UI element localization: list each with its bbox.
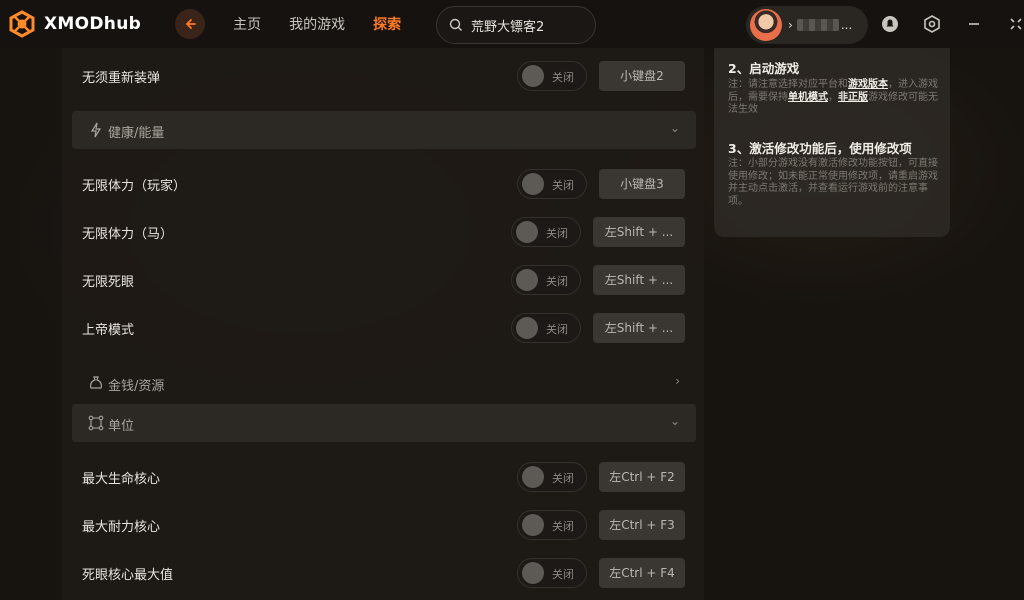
close-icon[interactable] [1006,14,1024,34]
hotkey-button[interactable]: 小键盘2 [599,61,685,91]
toggle-state: 关闭 [546,323,568,336]
toggle-state: 关闭 [552,472,574,485]
arrow-left-icon [185,19,196,29]
search-input[interactable] [471,17,586,33]
cheat-row: 无限体力（玩家） 关闭 小键盘3 [72,162,694,206]
cheat-label: 无限体力（马） [82,227,174,242]
cheat-toggle[interactable]: 关闭 [517,462,587,492]
toggle-knob [522,173,544,195]
cheat-row: 无须重新装弹 关闭 小键盘2 [72,54,694,98]
cheat-row: 上帝模式 关闭 左Shift + ... [72,306,694,350]
toggle-state: 关闭 [552,71,574,84]
cheat-row: 无限体力（马） 关闭 左Shift + ... [72,210,694,254]
section-label: 单位 [108,419,135,434]
cheat-toggle[interactable]: 关闭 [511,313,581,343]
toggle-state: 关闭 [552,179,574,192]
lightning-icon [90,122,102,138]
user-menu[interactable]: › ... [746,6,868,44]
user-name-suffix: ... [840,18,853,32]
nodes-icon [88,415,104,431]
cheat-row: 最大耐力核心 关闭 左Ctrl + F3 [72,503,694,547]
toggle-knob [522,466,544,488]
cheat-toggle[interactable]: 关闭 [517,61,587,91]
section-label: 健康/能量 [108,126,165,141]
step-3-title: 3、激活修改功能后，使用修改项 [728,141,912,156]
cheat-label: 上帝模式 [82,323,135,338]
hotkey-button[interactable]: 左Ctrl + F4 [599,558,685,588]
chevron-down-icon: ⌄ [669,414,680,428]
toggle-state: 关闭 [552,568,574,581]
toggle-knob [522,562,544,584]
nav-home[interactable]: 主页 [233,14,261,34]
toggle-knob [522,514,544,536]
section-unit[interactable]: 单位 ⌄ [72,404,696,442]
nav-explore[interactable]: 探索 [373,14,401,34]
non-genuine-link[interactable]: 非正版 [838,92,868,103]
hotkey-button[interactable]: 左Ctrl + F3 [599,510,685,540]
toggle-state: 关闭 [546,275,568,288]
chevron-right-icon: › [675,374,680,388]
step-2-title: 2、启动游戏 [728,61,800,76]
section-label: 金钱/资源 [108,379,165,394]
settings-icon[interactable] [922,14,942,34]
cheat-toggle[interactable]: 关闭 [517,510,587,540]
hotkey-button[interactable]: 左Ctrl + F2 [599,462,685,492]
back-button[interactable] [175,9,206,39]
user-name-redacted [796,19,839,31]
chevron-down-icon: ⌄ [669,121,680,135]
hotkey-button[interactable]: 左Shift + ... [593,217,685,247]
cheat-toggle[interactable]: 关闭 [517,169,587,199]
toggle-knob [516,317,538,339]
step-3-note: 注：小部分游戏没有激活修改功能按钮，可直接使用修改；如未能正常使用修改项，请重启… [728,158,938,207]
cheat-row: 无限死眼 关闭 左Shift + ... [72,258,694,302]
top-bar: XMODhub 主页 我的游戏 探索 › ... [0,0,1024,48]
hotkey-button[interactable]: 左Shift + ... [593,313,685,343]
section-health[interactable]: 健康/能量 ⌄ [72,111,696,149]
single-player-link[interactable]: 单机模式 [788,92,828,103]
app-name: XMODhub [44,14,142,34]
main-nav: 主页 我的游戏 探索 [233,14,401,34]
app-logo[interactable]: XMODhub [8,10,141,38]
cheat-label: 最大生命核心 [82,472,161,487]
cheat-label: 无限死眼 [82,275,135,290]
cheat-toggle[interactable]: 关闭 [511,217,581,247]
cheat-label: 死眼核心最大值 [82,568,174,583]
search-icon [449,18,462,31]
cheat-label: 最大耐力核心 [82,520,161,535]
minimize-icon[interactable] [964,14,984,34]
money-bag-icon [90,376,102,389]
step-2-note: 注：请注意选择对应平台和游戏版本，进入游戏后，需要保持单机模式，非正版游戏修改可… [728,79,938,115]
nav-my-games[interactable]: 我的游戏 [289,14,345,34]
user-chevron-icon: › [788,18,793,32]
window-controls [880,14,1024,34]
notification-bell-icon[interactable] [880,14,900,34]
game-version-link[interactable]: 游戏版本 [848,79,888,90]
hotkey-button[interactable]: 小键盘3 [599,169,685,199]
cheat-label: 无须重新装弹 [82,71,161,86]
section-money[interactable]: 金钱/资源 › [72,364,696,402]
cheat-toggle[interactable]: 关闭 [511,265,581,295]
cheat-toggle[interactable]: 关闭 [517,558,587,588]
xmod-logo-icon [9,10,35,38]
hotkey-button[interactable]: 左Shift + ... [593,265,685,295]
avatar [750,9,782,41]
cheat-row: 最大生命核心 关闭 左Ctrl + F2 [72,455,694,499]
instructions-card: 2、启动游戏 注：请注意选择对应平台和游戏版本，进入游戏后，需要保持单机模式，非… [714,48,950,237]
toggle-knob [522,65,544,87]
cheat-list-panel: 无须重新装弹 关闭 小键盘2 健康/能量 ⌄ 无限体力（玩家） 关闭 小键盘3 … [62,48,704,600]
toggle-knob [516,269,538,291]
cheat-row: 死眼核心最大值 关闭 左Ctrl + F4 [72,551,694,595]
cheat-label: 无限体力（玩家） [82,179,187,194]
toggle-state: 关闭 [546,227,568,240]
search-box[interactable] [436,6,596,44]
toggle-state: 关闭 [552,520,574,533]
toggle-knob [516,221,538,243]
